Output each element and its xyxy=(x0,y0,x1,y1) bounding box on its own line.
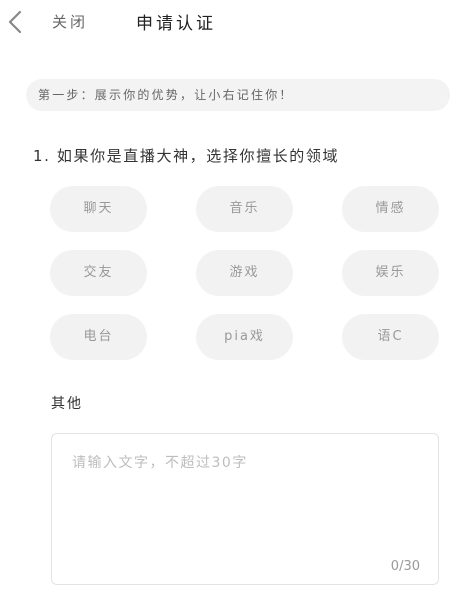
field-chip-voice-c[interactable]: 语C xyxy=(342,314,439,360)
step-banner: 第一步：展示你的优势，让小右记住你！ xyxy=(26,79,450,111)
field-chip-radio[interactable]: 电台 xyxy=(50,314,147,360)
close-button[interactable]: 关闭 xyxy=(52,11,88,32)
apply-certification-page: 关闭 申请认证 第一步：展示你的优势，让小右记住你！ 1. 如果你是直播大神，选… xyxy=(0,0,450,596)
field-chip-entertainment[interactable]: 娱乐 xyxy=(342,250,439,296)
other-input-box: 0/30 xyxy=(51,433,439,585)
field-chip-games[interactable]: 游戏 xyxy=(196,250,293,296)
field-chip-music[interactable]: 音乐 xyxy=(196,186,293,232)
page-title: 申请认证 xyxy=(136,14,216,34)
other-label: 其他 xyxy=(51,396,83,412)
field-chip-emotion[interactable]: 情感 xyxy=(342,186,439,232)
header-bar: 关闭 申请认证 xyxy=(0,0,450,44)
char-counter: 0/30 xyxy=(390,559,420,574)
field-chip-pia-drama[interactable]: pia戏 xyxy=(196,314,293,360)
chevron-left-icon[interactable] xyxy=(6,10,24,34)
field-chip-friends[interactable]: 交友 xyxy=(50,250,147,296)
question-title: 1. 如果你是直播大神，选择你擅长的领域 xyxy=(33,147,340,165)
other-text-input[interactable] xyxy=(52,434,438,584)
field-chip-chat[interactable]: 聊天 xyxy=(50,186,147,232)
